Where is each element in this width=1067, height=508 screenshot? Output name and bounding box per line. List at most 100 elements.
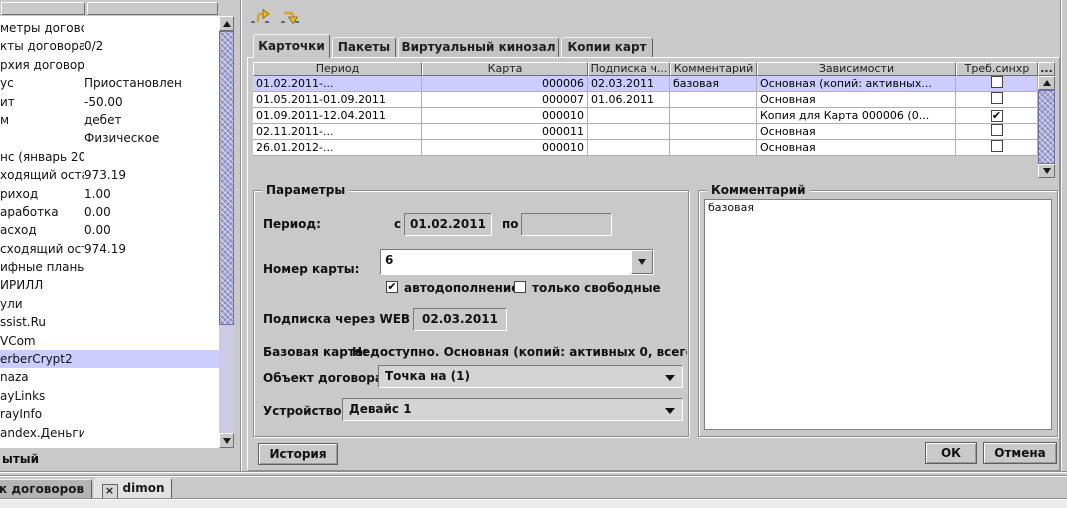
sync-checkbox[interactable] [991, 76, 1003, 88]
period-label: Период: [263, 217, 321, 231]
ok-button[interactable]: ОК [925, 442, 977, 464]
cell-dependencies: Копия для Карта 000006 (0... [757, 108, 956, 124]
list-item-label: ухгалтерия [0, 442, 84, 448]
sync-checkbox[interactable] [991, 92, 1003, 104]
list-item[interactable]: ходящий остат973.19 [0, 166, 219, 184]
tab-label: Копии карт [567, 40, 646, 54]
list-item[interactable]: ит-50.00 [0, 93, 219, 111]
column-header-subscription[interactable]: Подписка ч... [588, 62, 670, 76]
list-item[interactable]: нс (январь 20: [0, 148, 219, 166]
property-column-header[interactable] [1, 2, 85, 15]
list-item[interactable]: сходящий ост:974.19 [0, 240, 219, 258]
list-item[interactable]: naza [0, 368, 219, 386]
list-item[interactable]: риход1.00 [0, 185, 219, 203]
tab-dimon[interactable]: ×dimon [94, 478, 172, 498]
web-subscription-field[interactable]: 02.03.2011 [413, 308, 507, 331]
list-item[interactable]: ифные планы [0, 258, 219, 276]
table-row[interactable]: 01.05.2011-01.09.2011 000007 01.06.2011 … [253, 92, 1038, 108]
tab-card-copies[interactable]: Копии карт [561, 37, 653, 57]
autocomplete-checkbox[interactable]: ✔ [386, 281, 398, 293]
scroll-up-button[interactable] [219, 16, 234, 31]
left-scrollbar[interactable] [219, 16, 234, 448]
cell-dependencies: Основная [757, 92, 956, 108]
scroll-down-button[interactable] [1038, 164, 1055, 178]
list-item[interactable]: кты договора0/2 [0, 37, 219, 55]
list-item[interactable]: rayInfo [0, 405, 219, 423]
table-scrollbar[interactable] [1038, 76, 1055, 178]
column-header-card[interactable]: Карта [422, 62, 588, 76]
period-to-field[interactable] [521, 213, 612, 236]
list-item-value: дебет [84, 113, 121, 127]
table-row[interactable]: 01.02.2011-... 000006 02.03.2011 базовая… [253, 76, 1038, 92]
scrollbar-thumb[interactable] [219, 31, 234, 325]
list-item[interactable]: ули [0, 295, 219, 313]
list-item[interactable]: асход0.00 [0, 221, 219, 239]
move-up-button[interactable] [251, 8, 271, 26]
dropdown-arrow-icon [665, 408, 675, 414]
list-item[interactable]: ухгалтерия [0, 442, 219, 448]
list-item-label: naza [0, 368, 84, 386]
tab-cards[interactable]: Карточки [253, 34, 330, 58]
left-status-label: ытый [2, 452, 232, 468]
dropdown-button[interactable] [631, 250, 653, 274]
table-row[interactable]: 02.11.2011-... 000011 Основная [253, 124, 1038, 140]
card-number-combobox[interactable]: 6 [380, 249, 654, 275]
list-item[interactable]: VCom [0, 332, 219, 350]
list-item[interactable]: andex.Деньги [0, 424, 219, 442]
column-header-sync[interactable]: Треб.синхр [956, 62, 1038, 76]
list-item-label: аработка [0, 203, 84, 221]
list-item-label: rayInfo [0, 405, 84, 423]
list-item[interactable]: ssist.Ru [0, 313, 219, 331]
scrollbar-track[interactable] [219, 325, 234, 433]
sync-checkbox[interactable] [991, 124, 1003, 136]
table-row[interactable]: 26.01.2012-... 000010 Основная [253, 140, 1038, 156]
sync-checkbox-checked[interactable]: ✔ [991, 110, 1003, 122]
list-item[interactable]: Физическое [0, 129, 219, 147]
comment-textarea[interactable]: базовая [704, 199, 1052, 430]
table-row[interactable]: 01.09.2011-12.04.2011 000010 Копия для К… [253, 108, 1038, 124]
cell-card: 000007 [422, 92, 588, 108]
scroll-down-button[interactable] [219, 433, 234, 448]
scroll-down-icon [223, 438, 231, 444]
column-header-dependencies[interactable]: Зависимости [757, 62, 956, 76]
scroll-up-button[interactable] [1038, 76, 1055, 90]
list-item-selected[interactable]: erberCrypt2 [0, 350, 219, 368]
free-only-checkbox[interactable] [514, 281, 526, 293]
tab-label: Виртуальный кинозал [401, 40, 555, 54]
device-combobox[interactable]: Девайс 1 [342, 398, 683, 421]
contract-object-combobox[interactable]: Точка на (1) [378, 365, 683, 388]
cell-period: 26.01.2012-... [253, 140, 422, 156]
tab-contract-search[interactable]: ск договоров [0, 479, 92, 498]
list-item[interactable]: аработка0.00 [0, 203, 219, 221]
divider [0, 472, 1067, 473]
period-from-field[interactable]: 01.02.2011 [404, 213, 492, 236]
cell-period: 01.05.2011-01.09.2011 [253, 92, 422, 108]
list-item[interactable]: мдебет [0, 111, 219, 129]
cards-table: Период Карта Подписка ч... Комментарий З… [253, 62, 1055, 178]
column-header-comment[interactable]: Комментарий [670, 62, 757, 76]
move-down-button[interactable] [281, 8, 301, 26]
list-item[interactable]: рхия договор [0, 56, 219, 74]
sync-checkbox[interactable] [991, 140, 1003, 152]
cell-subscription [588, 108, 670, 124]
tab-virtual-cinema[interactable]: Виртуальный кинозал [398, 37, 559, 57]
scroll-up-icon [223, 21, 231, 27]
cancel-button[interactable]: Отмена [983, 442, 1057, 464]
column-config-button[interactable]: ... [1038, 62, 1055, 76]
scrollbar-thumb[interactable] [1038, 90, 1055, 164]
list-item-value: 973.19 [84, 168, 126, 182]
column-header-period[interactable]: Период [253, 62, 422, 76]
cell-comment [670, 108, 757, 124]
free-only-label: только свободные [532, 281, 661, 295]
tab-packages[interactable]: Пакеты [332, 37, 396, 57]
list-item[interactable]: ayLinks [0, 387, 219, 405]
list-item-label: м [0, 111, 84, 129]
history-button[interactable]: История [258, 443, 338, 465]
value-column-header[interactable] [87, 2, 218, 15]
list-item[interactable]: ИРИЛЛ [0, 276, 219, 294]
list-item-label: ayLinks [0, 387, 84, 405]
list-item[interactable]: усПриостановлен [0, 74, 219, 92]
scroll-down-icon [1043, 168, 1051, 174]
curved-arrow-down-icon [281, 8, 301, 26]
list-item[interactable]: метры догово [0, 19, 219, 37]
